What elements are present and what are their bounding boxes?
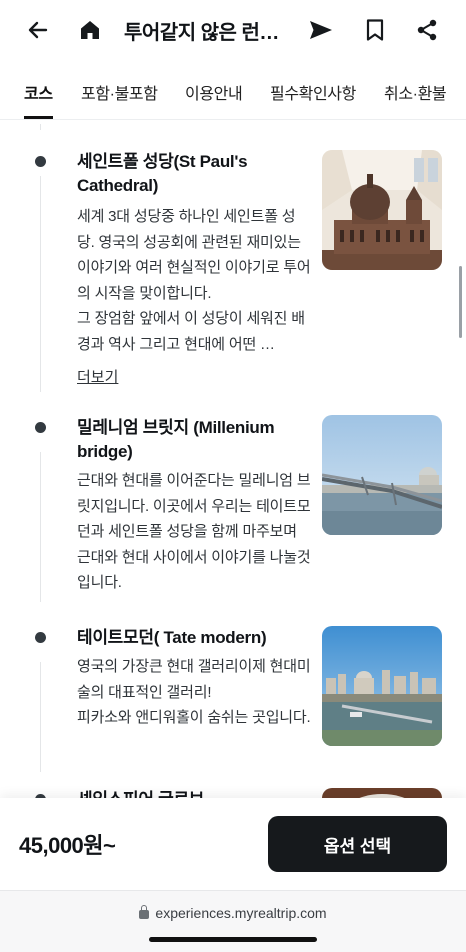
spot-description: 영국의 가장큰 현대 갤러리이제 현대미술의 대표적인 갤러리! 피카소와 앤디… <box>77 658 311 726</box>
timeline-line <box>40 662 41 772</box>
tab-inclusions[interactable]: 포함·불포함 <box>81 80 158 104</box>
scroll-indicator[interactable] <box>459 266 462 338</box>
tabs-divider <box>0 119 466 120</box>
lock-icon <box>139 905 150 919</box>
tab-bar: 코스 포함·불포함 이용안내 필수확인사항 취소·환불 <box>0 68 466 119</box>
browser-url-bar[interactable]: experiences.myrealtrip.com <box>0 890 466 952</box>
tab-cancellation[interactable]: 취소·환불 <box>384 80 447 104</box>
app-header: 투어같지 않은 런… <box>0 0 466 60</box>
spot-title: 밀레니엄 브릿지 (Millenium bridge) <box>77 418 275 461</box>
spot-title: 셰익스피어 글로브 <box>77 788 307 798</box>
timeline-dot <box>35 632 46 643</box>
back-arrow-icon[interactable] <box>20 12 56 48</box>
timeline-line <box>40 452 41 602</box>
timeline-dot <box>35 156 46 167</box>
spot-title: 세인트폴 성당(St Paul's Cathedral) <box>77 152 248 195</box>
globe-photo[interactable] <box>322 788 442 798</box>
timeline-line <box>40 124 41 130</box>
tab-usage-guide[interactable]: 이용안내 <box>185 80 243 104</box>
url-display[interactable]: experiences.myrealtrip.com <box>0 905 466 921</box>
more-link[interactable]: 더보기 <box>77 366 118 387</box>
bridge-photo[interactable] <box>322 415 442 535</box>
course-timeline[interactable]: 세인트폴 성당(St Paul's Cathedral) 세계 3대 성당중 하… <box>0 124 466 798</box>
spot-description: 세계 3대 성당중 하나인 세인트폴 성당. 영국의 성공회에 관련된 재미있는… <box>77 208 311 353</box>
tab-required-info[interactable]: 필수확인사항 <box>270 80 356 104</box>
river-view-photo[interactable] <box>322 626 442 746</box>
cathedral-photo[interactable] <box>322 150 442 270</box>
home-indicator[interactable] <box>149 937 317 942</box>
share-send-icon[interactable] <box>303 12 339 48</box>
bookmark-icon[interactable] <box>357 12 393 48</box>
price-label: 45,000원~ <box>19 833 116 858</box>
page-title: 투어같지 않은 런… <box>124 22 279 44</box>
timeline-line <box>40 176 41 392</box>
home-icon[interactable] <box>72 12 108 48</box>
url-text: experiences.myrealtrip.com <box>155 905 327 921</box>
share-icon[interactable] <box>409 12 445 48</box>
booking-bar: 45,000원~ 옵션 선택 <box>0 798 466 890</box>
spot-title: 테이트모던( Tate modern) <box>77 628 267 647</box>
select-option-button[interactable]: 옵션 선택 <box>268 816 447 872</box>
timeline-dot <box>35 422 46 433</box>
tab-course[interactable]: 코스 <box>24 80 53 104</box>
spot-description: 근대와 현대를 이어준다는 밀레니엄 브릿지입니다. 이곳에서 우리는 테이트모… <box>77 472 311 591</box>
